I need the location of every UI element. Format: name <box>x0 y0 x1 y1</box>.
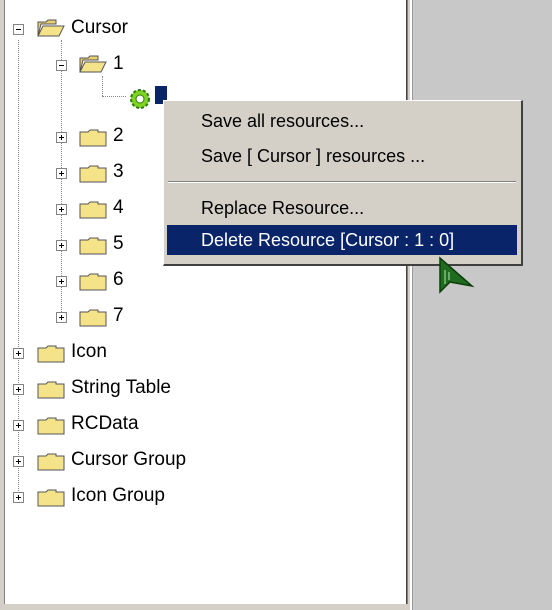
collapse-toggle[interactable] <box>56 60 67 71</box>
folder-icon <box>37 453 65 471</box>
expand-toggle[interactable] <box>13 348 24 359</box>
tree-node-label: Icon Group <box>71 485 165 506</box>
tree-node-label: 6 <box>113 269 124 290</box>
context-menu: Save all resources... Save [ Cursor ] re… <box>163 100 523 266</box>
tree-node-icon-group[interactable]: Icon Group <box>5 484 305 510</box>
tree-node-cursor[interactable]: Cursor <box>5 16 205 42</box>
tree-node-label: String Table <box>71 377 171 398</box>
expand-toggle[interactable] <box>56 132 67 143</box>
tree-node-label: Cursor <box>71 17 129 38</box>
tree-node-6[interactable]: 6 <box>5 268 205 294</box>
tree-node-label: Cursor Group <box>71 449 187 470</box>
expand-toggle[interactable] <box>13 420 24 431</box>
open-folder-icon <box>37 19 65 37</box>
collapse-toggle[interactable] <box>13 24 24 35</box>
mouse-cursor-arrow-icon <box>439 256 475 294</box>
tree-node-label: Icon <box>71 341 107 362</box>
expand-toggle[interactable] <box>13 384 24 395</box>
tree-node-icon[interactable]: Icon <box>5 340 305 366</box>
open-folder-icon <box>79 55 107 73</box>
folder-icon <box>37 381 65 399</box>
menu-item-delete-resource[interactable]: Delete Resource [Cursor : 1 : 0] <box>167 225 517 255</box>
tree-node-1[interactable]: 1 <box>5 52 205 78</box>
folder-icon <box>79 309 107 327</box>
menu-item-label: Delete Resource [Cursor : 1 : 0] <box>201 230 455 250</box>
expand-toggle[interactable] <box>56 168 67 179</box>
tree-node-label: 7 <box>113 305 124 326</box>
tree-node-7[interactable]: 7 <box>5 304 205 330</box>
folder-icon <box>79 129 107 147</box>
tree-node-label: 3 <box>113 161 124 182</box>
menu-item-label: Save [ Cursor ] resources ... <box>201 146 426 166</box>
tree-node-string-table[interactable]: String Table <box>5 376 305 402</box>
folder-icon <box>79 273 107 291</box>
menu-separator <box>168 181 516 183</box>
menu-item-save-all[interactable]: Save all resources... <box>167 106 517 136</box>
menu-item-label: Replace Resource... <box>201 198 365 218</box>
tree-node-label: RCData <box>71 413 139 434</box>
menu-item-replace-resource[interactable]: Replace Resource... <box>167 193 517 223</box>
folder-icon <box>37 489 65 507</box>
detail-pane <box>410 0 552 610</box>
expand-toggle[interactable] <box>56 204 67 215</box>
menu-item-save-cursor[interactable]: Save [ Cursor ] resources ... <box>167 141 517 171</box>
folder-icon <box>37 417 65 435</box>
expand-toggle[interactable] <box>13 456 24 467</box>
expand-toggle[interactable] <box>13 492 24 503</box>
expand-toggle[interactable] <box>56 240 67 251</box>
tree-node-cursor-group[interactable]: Cursor Group <box>5 448 305 474</box>
folder-icon <box>37 345 65 363</box>
expand-toggle[interactable] <box>56 276 67 287</box>
expand-toggle[interactable] <box>56 312 67 323</box>
tree-node-rcdata[interactable]: RCData <box>5 412 305 438</box>
tree-node-label: 1 <box>113 53 124 74</box>
folder-icon <box>79 237 107 255</box>
tree-node-label: 2 <box>113 125 124 146</box>
status-strip <box>0 604 410 610</box>
tree-node-label: 4 <box>113 197 124 218</box>
resource-tree[interactable]: Cursor 1 2 3 4 5 6 7 Icon String Table R… <box>4 0 408 605</box>
tree-node-label: 5 <box>113 233 124 254</box>
folder-icon <box>79 165 107 183</box>
folder-icon <box>79 201 107 219</box>
menu-item-label: Save all resources... <box>201 111 365 131</box>
gear-cursor-icon <box>130 89 150 109</box>
